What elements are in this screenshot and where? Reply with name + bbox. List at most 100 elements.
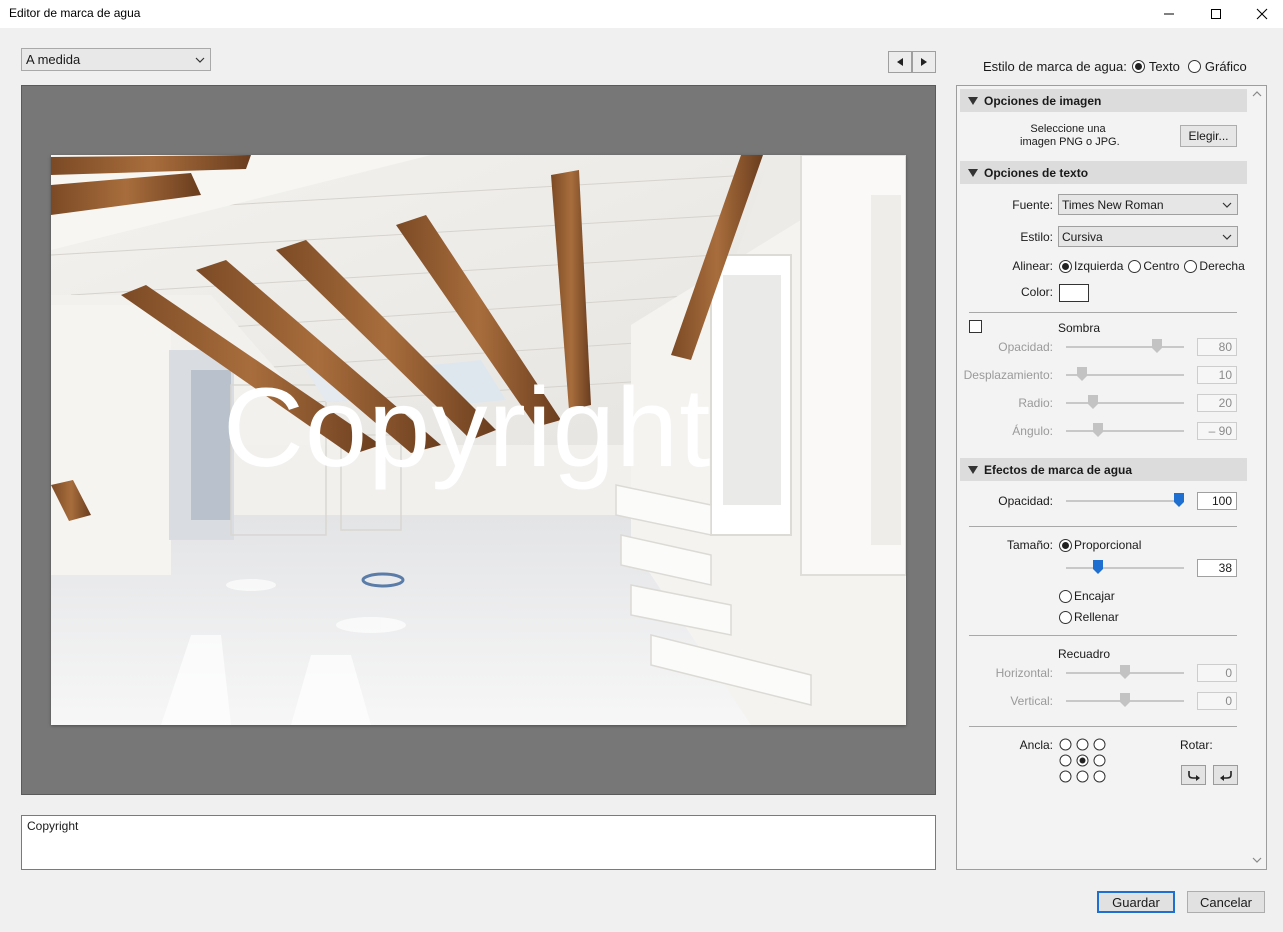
- rotate-left-button[interactable]: [1181, 765, 1206, 785]
- vertical-label: Vertical:: [1010, 694, 1053, 708]
- scroll-up-button[interactable]: [1250, 88, 1264, 100]
- slider-thumb[interactable]: [1088, 395, 1098, 409]
- shadow-offset-label: Desplazamiento:: [963, 368, 1053, 382]
- slider-thumb[interactable]: [1120, 665, 1130, 679]
- shadow-label: Sombra: [1058, 321, 1101, 335]
- shadow-radius-value[interactable]: 20: [1197, 394, 1237, 412]
- color-label: Color:: [1020, 285, 1053, 299]
- watermark-text-input[interactable]: Copyright: [21, 815, 936, 870]
- vertical-value[interactable]: 0: [1197, 692, 1237, 710]
- rotate-clockwise-icon: [1219, 771, 1232, 781]
- chevron-down-icon: [1222, 234, 1232, 240]
- align-center-radio[interactable]: [1128, 259, 1142, 273]
- shadow-radius-slider[interactable]: [1066, 402, 1184, 404]
- inset-label: Recuadro: [1058, 647, 1111, 661]
- effects-opacity-value[interactable]: 100: [1197, 492, 1237, 510]
- size-label: Tamaño:: [1006, 538, 1053, 552]
- style-graphic-radio[interactable]: [1187, 60, 1201, 73]
- chevron-down-icon: [1252, 857, 1262, 863]
- window-title: Editor de marca de agua: [9, 6, 141, 20]
- save-button[interactable]: Guardar: [1097, 891, 1175, 913]
- shadow-checkbox[interactable]: [969, 320, 982, 333]
- close-icon: [1256, 8, 1268, 20]
- minimize-button[interactable]: [1146, 0, 1192, 28]
- image-hint: Seleccione una imagen PNG o JPG.: [1020, 123, 1120, 148]
- font-label: Fuente:: [1012, 198, 1053, 212]
- style-text-label: Texto: [1148, 59, 1180, 74]
- chevron-down-icon: [1222, 202, 1232, 208]
- shadow-offset-value[interactable]: 10: [1197, 366, 1237, 384]
- divider: [969, 635, 1237, 636]
- minimize-icon: [1164, 13, 1174, 15]
- anchor-bottom-center[interactable]: [1076, 770, 1089, 783]
- anchor-center[interactable]: [1076, 754, 1089, 767]
- size-fill-radio[interactable]: [1059, 610, 1072, 624]
- shadow-opacity-label: Opacidad:: [998, 340, 1053, 354]
- watermark-style-row: Estilo de marca de agua: Texto Gráfico: [983, 59, 1247, 74]
- effects-opacity-slider[interactable]: [1066, 500, 1184, 502]
- slider-thumb[interactable]: [1093, 423, 1103, 437]
- shadow-opacity-slider[interactable]: [1066, 346, 1184, 348]
- anchor-bottom-left[interactable]: [1059, 770, 1072, 783]
- preset-value: A medida: [26, 52, 81, 67]
- anchor-top-left[interactable]: [1059, 738, 1072, 751]
- shadow-radius-label: Radio:: [1018, 396, 1053, 410]
- watermark-preview-text[interactable]: Copyright: [223, 372, 711, 484]
- horizontal-label: Horizontal:: [995, 666, 1053, 680]
- anchor-top-center[interactable]: [1076, 738, 1089, 751]
- font-dropdown[interactable]: Times New Roman: [1058, 194, 1238, 215]
- align-left-radio[interactable]: [1059, 259, 1072, 273]
- image-options-header[interactable]: Opciones de imagen: [960, 89, 1247, 112]
- size-fit-radio[interactable]: [1059, 589, 1072, 603]
- anchor-middle-right[interactable]: [1093, 754, 1106, 767]
- size-fit-option: Encajar: [1059, 589, 1115, 603]
- divider: [969, 726, 1237, 727]
- collapse-triangle-icon: [968, 465, 978, 474]
- watermark-style-label: Estilo de marca de agua:: [983, 59, 1127, 74]
- slider-thumb[interactable]: [1120, 693, 1130, 707]
- rotate-right-button[interactable]: [1213, 765, 1238, 785]
- style-graphic-label: Gráfico: [1204, 59, 1247, 74]
- title-bar: [0, 0, 1283, 28]
- horizontal-value[interactable]: 0: [1197, 664, 1237, 682]
- choose-image-button[interactable]: Elegir...: [1180, 125, 1237, 147]
- anchor-middle-left[interactable]: [1059, 754, 1072, 767]
- next-image-button[interactable]: [912, 51, 936, 73]
- slider-thumb[interactable]: [1093, 560, 1103, 574]
- divider: [969, 312, 1237, 313]
- style-text-radio[interactable]: [1131, 60, 1145, 73]
- divider: [969, 526, 1237, 527]
- chevron-down-icon: [195, 57, 205, 63]
- slider-thumb[interactable]: [1152, 339, 1162, 353]
- shadow-angle-value[interactable]: – 90: [1197, 422, 1237, 440]
- slider-thumb[interactable]: [1174, 493, 1184, 507]
- anchor-label: Ancla:: [1019, 738, 1053, 752]
- align-label: Alinear:: [1012, 259, 1053, 273]
- shadow-opacity-value[interactable]: 80: [1197, 338, 1237, 356]
- size-value[interactable]: 38: [1197, 559, 1237, 577]
- collapse-triangle-icon: [968, 96, 978, 105]
- align-right-radio[interactable]: [1184, 259, 1198, 273]
- watermark-effects-header[interactable]: Efectos de marca de agua: [960, 458, 1247, 481]
- previous-image-button[interactable]: [888, 51, 912, 73]
- collapse-triangle-icon: [968, 168, 978, 177]
- maximize-button[interactable]: [1193, 0, 1239, 28]
- close-button[interactable]: [1239, 0, 1283, 28]
- text-color-swatch[interactable]: [1059, 284, 1089, 302]
- shadow-angle-slider[interactable]: [1066, 430, 1184, 432]
- size-slider[interactable]: [1066, 567, 1184, 569]
- maximize-icon: [1211, 9, 1221, 19]
- slider-thumb[interactable]: [1077, 367, 1087, 381]
- align-options: Izquierda Centro Derecha: [1059, 259, 1245, 273]
- size-proportional-option: Proporcional: [1059, 538, 1141, 552]
- text-options-header[interactable]: Opciones de texto: [960, 161, 1247, 184]
- cancel-button[interactable]: Cancelar: [1187, 891, 1265, 913]
- anchor-bottom-right[interactable]: [1093, 770, 1106, 783]
- size-proportional-radio[interactable]: [1059, 538, 1072, 552]
- scroll-down-button[interactable]: [1250, 854, 1264, 866]
- effects-opacity-label: Opacidad:: [998, 494, 1053, 508]
- shadow-angle-label: Ángulo:: [1012, 424, 1053, 438]
- anchor-top-right[interactable]: [1093, 738, 1106, 751]
- font-style-dropdown[interactable]: Cursiva: [1058, 226, 1238, 247]
- preset-dropdown[interactable]: A medida: [21, 48, 211, 71]
